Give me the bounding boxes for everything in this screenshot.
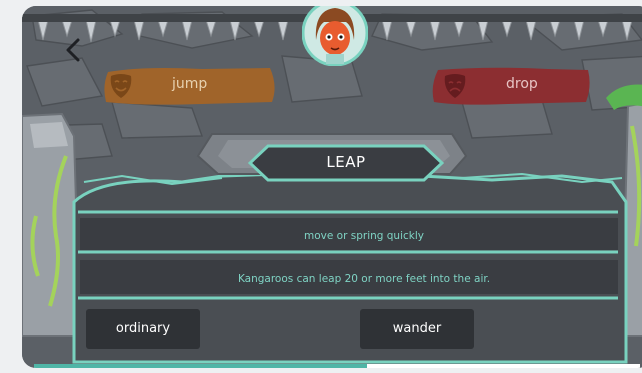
choice-label: drop <box>506 76 538 92</box>
game-frame: jump drop LEAP move or spring quickly Ka… <box>22 6 642 368</box>
choice-card-jump[interactable]: jump <box>102 66 278 106</box>
choice-card-drop[interactable]: drop <box>428 66 592 106</box>
progress-fill <box>34 364 368 368</box>
word-title-plaque[interactable]: LEAP <box>248 144 444 182</box>
chevron-left-icon <box>66 38 80 62</box>
example-sentence: Kangaroos can leap 20 or more feet into … <box>237 273 491 285</box>
progress-bar <box>34 364 640 368</box>
sad-mask-icon <box>442 72 468 100</box>
word-title: LEAP <box>326 153 366 171</box>
option-button-ordinary[interactable]: ordinary <box>86 309 200 349</box>
definition-text: move or spring quickly <box>304 230 424 242</box>
character-avatar <box>301 6 369 67</box>
choice-label: jump <box>172 76 208 92</box>
option-button-wander[interactable]: wander <box>360 309 474 349</box>
back-button[interactable] <box>62 36 86 64</box>
happy-mask-icon <box>108 72 134 100</box>
